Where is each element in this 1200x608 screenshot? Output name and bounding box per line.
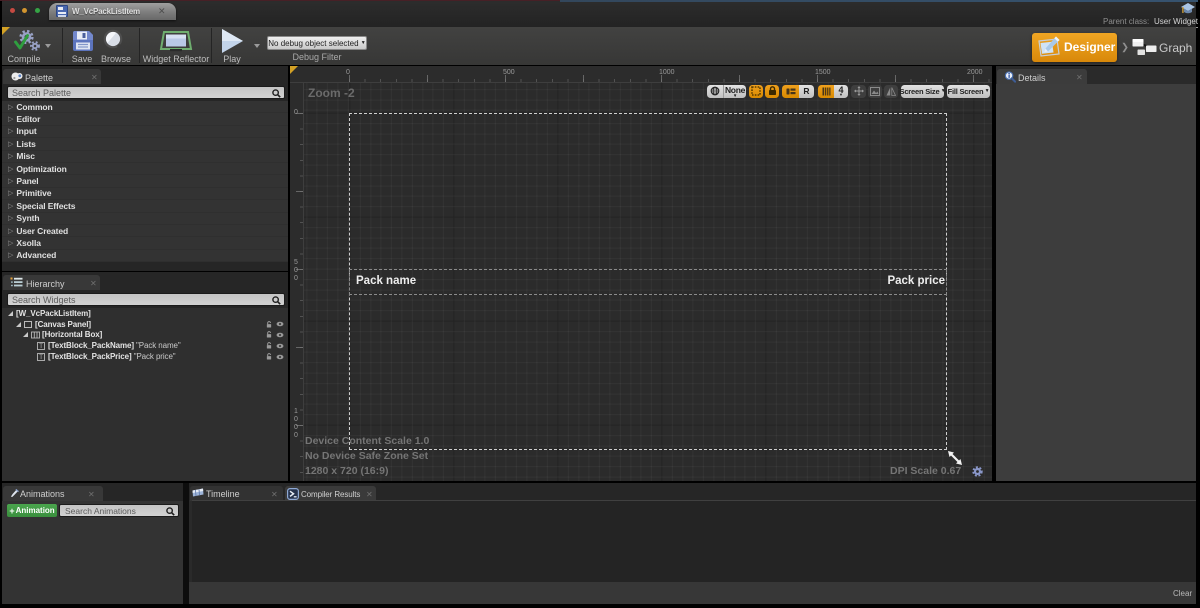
svg-text:T: T: [39, 344, 43, 350]
svg-text:T: T: [39, 355, 43, 361]
